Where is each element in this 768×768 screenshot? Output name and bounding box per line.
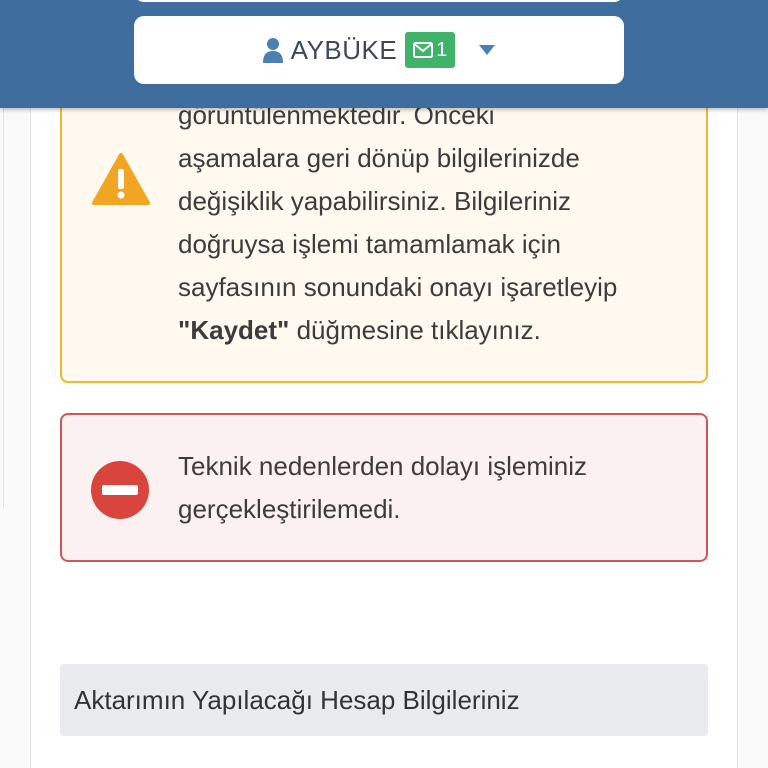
message-count: 1 — [436, 38, 448, 61]
warning-alert-text: görüntülenmektedir. Önceki aşamalara ger… — [178, 94, 688, 352]
error-alert: Teknik nedenlerden dolayı işleminiz gerç… — [60, 413, 708, 562]
warning-alert: görüntülenmektedir. Önceki aşamalara ger… — [60, 60, 708, 383]
warning-line: "Kaydet" düğmesine tıklayınız. — [178, 309, 688, 352]
messages-badge[interactable]: 1 — [405, 32, 456, 68]
stop-circle-icon — [91, 461, 149, 519]
side-panel-edge — [0, 108, 4, 508]
warning-line: doğruysa işlemi tamamlamak için — [178, 229, 561, 259]
warning-line-rest: düğmesine tıklayınız. — [289, 315, 541, 345]
warning-line: sayfasının sonundaki onayı işaretleyip — [178, 272, 618, 302]
error-alert-text: Teknik nedenlerden dolayı işleminiz gerç… — [178, 445, 688, 531]
envelope-icon — [413, 42, 434, 58]
caret-down-icon[interactable] — [479, 45, 496, 55]
account-info-section-title: Aktarımın Yapılacağı Hesap Bilgileriniz — [60, 664, 708, 736]
error-line: gerçekleştirilemedi. — [178, 494, 401, 524]
user-menu-button[interactable]: AYBÜKE 1 — [134, 16, 624, 84]
error-line: Teknik nedenlerden dolayı işleminiz — [178, 451, 588, 481]
header-search-pill — [134, 0, 624, 2]
user-name: AYBÜKE — [290, 34, 398, 65]
kaydet-emphasis: "Kaydet" — [178, 315, 290, 345]
user-icon — [262, 38, 283, 63]
warning-line: değişiklik yapabilirsiniz. Bilgileriniz — [178, 186, 572, 216]
warning-line: aşamalara geri dönüp bilgilerinizde — [178, 143, 580, 173]
warning-triangle-icon — [92, 153, 150, 205]
top-header: AYBÜKE 1 — [0, 0, 768, 108]
